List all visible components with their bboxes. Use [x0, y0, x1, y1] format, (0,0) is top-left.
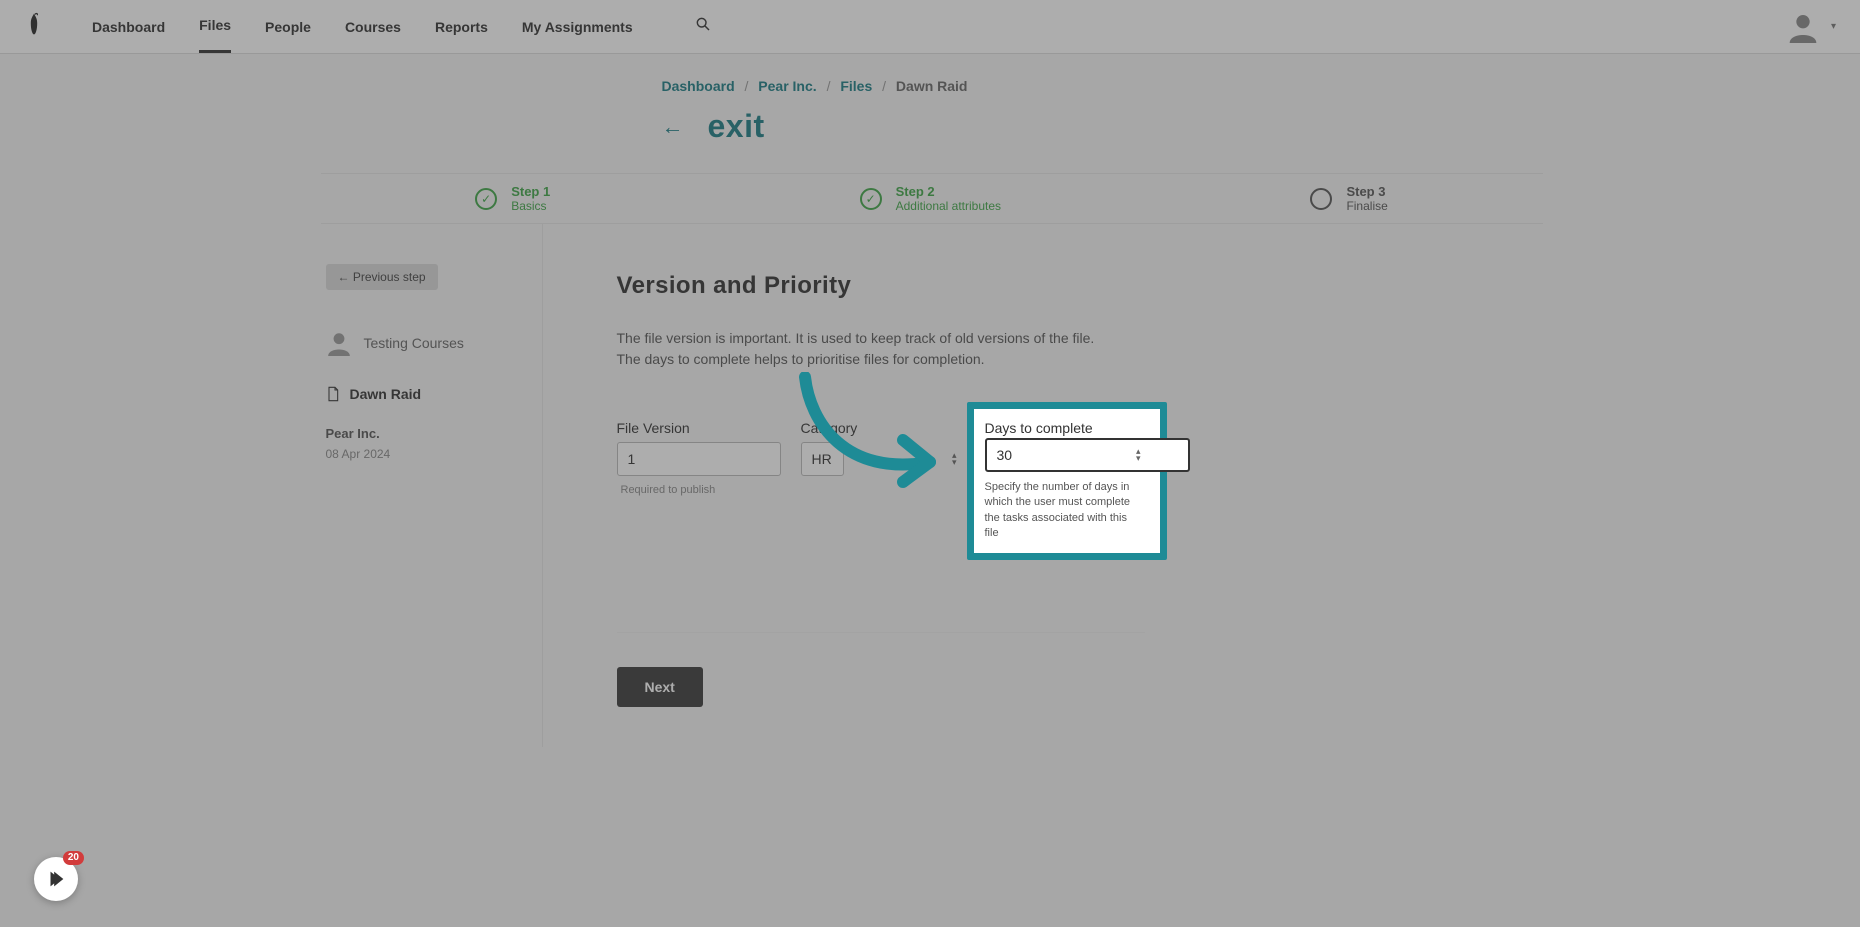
days-input[interactable]	[985, 438, 1190, 472]
nav-dashboard[interactable]: Dashboard	[92, 2, 165, 52]
nav-items: Dashboard Files People Courses Reports M…	[92, 0, 711, 53]
step-2[interactable]: ✓ Step 2 Additional attributes	[860, 184, 1001, 213]
file-date: 08 Apr 2024	[326, 447, 542, 461]
document-icon	[326, 386, 340, 402]
step-subtitle: Finalise	[1346, 199, 1387, 213]
chevron-down-icon: ▾	[1831, 21, 1836, 32]
step-title: Step 3	[1346, 184, 1387, 199]
avatar-icon	[1787, 11, 1819, 43]
step-subtitle: Additional attributes	[896, 199, 1001, 213]
chat-icon	[45, 868, 67, 890]
file-name: Dawn Raid	[350, 386, 422, 402]
search-icon[interactable]	[695, 16, 711, 37]
back-arrow-icon[interactable]: ←	[662, 114, 684, 140]
section-description: The file version is important. It is use…	[617, 328, 1117, 370]
field-category: Category HR ▴▾	[801, 420, 965, 542]
step-1[interactable]: ✓ Step 1 Basics	[475, 184, 550, 213]
empty-circle-icon	[1310, 188, 1332, 210]
author-row: Testing Courses	[326, 330, 542, 356]
divider	[617, 632, 1145, 633]
stepper: ✓ Step 1 Basics ✓ Step 2 Additional attr…	[321, 173, 1543, 224]
step-title: Step 2	[896, 184, 1001, 199]
breadcrumb-dashboard[interactable]: Dashboard	[662, 78, 735, 94]
chat-widget[interactable]: 20	[34, 857, 78, 901]
author-name: Testing Courses	[364, 335, 464, 351]
step-subtitle: Basics	[511, 199, 550, 213]
step-3[interactable]: Step 3 Finalise	[1310, 184, 1387, 213]
user-menu[interactable]: ▾	[1787, 11, 1836, 43]
user-avatar-icon	[326, 330, 352, 356]
nav-assignments[interactable]: My Assignments	[522, 2, 633, 52]
section-title: Version and Priority	[617, 272, 1543, 300]
days-help-text: Specify the number of days in which the …	[985, 480, 1137, 542]
exit-row: ← exit	[318, 108, 1543, 145]
file-row: Dawn Raid	[326, 386, 542, 402]
logo-icon[interactable]	[24, 12, 92, 41]
select-arrows-icon: ▴▾	[952, 452, 957, 466]
field-file-version: File Version Required to publish	[617, 420, 781, 542]
category-select[interactable]: HR	[801, 442, 844, 476]
file-version-input[interactable]	[617, 442, 781, 476]
exit-link[interactable]: exit	[708, 108, 765, 145]
check-circle-icon: ✓	[475, 188, 497, 210]
nav-files[interactable]: Files	[199, 0, 231, 53]
file-version-hint: Required to publish	[617, 484, 781, 496]
top-nav: Dashboard Files People Courses Reports M…	[0, 0, 1860, 54]
nav-reports[interactable]: Reports	[435, 2, 488, 52]
file-version-label: File Version	[617, 420, 781, 436]
sidebar: ← Previous step Testing Courses Dawn Rai…	[318, 224, 543, 747]
breadcrumb-files[interactable]: Files	[840, 78, 872, 94]
breadcrumb-org[interactable]: Pear Inc.	[758, 78, 816, 94]
breadcrumb: Dashboard / Pear Inc. / Files / Dawn Rai…	[318, 78, 1543, 94]
days-label: Days to complete	[985, 420, 1093, 436]
previous-step-button[interactable]: ← Previous step	[326, 264, 438, 290]
category-label: Category	[801, 420, 965, 436]
check-circle-icon: ✓	[860, 188, 882, 210]
form-row: File Version Required to publish Categor…	[617, 420, 1543, 542]
field-days-to-complete: Days to complete ▴▾ Specify the number o…	[985, 420, 1149, 542]
next-button[interactable]: Next	[617, 667, 703, 707]
chat-badge: 20	[63, 851, 84, 865]
breadcrumb-current: Dawn Raid	[896, 78, 968, 94]
org-name: Pear Inc.	[326, 426, 542, 441]
nav-people[interactable]: People	[265, 2, 311, 52]
step-title: Step 1	[511, 184, 550, 199]
nav-courses[interactable]: Courses	[345, 2, 401, 52]
main-panel: Version and Priority The file version is…	[543, 224, 1543, 747]
